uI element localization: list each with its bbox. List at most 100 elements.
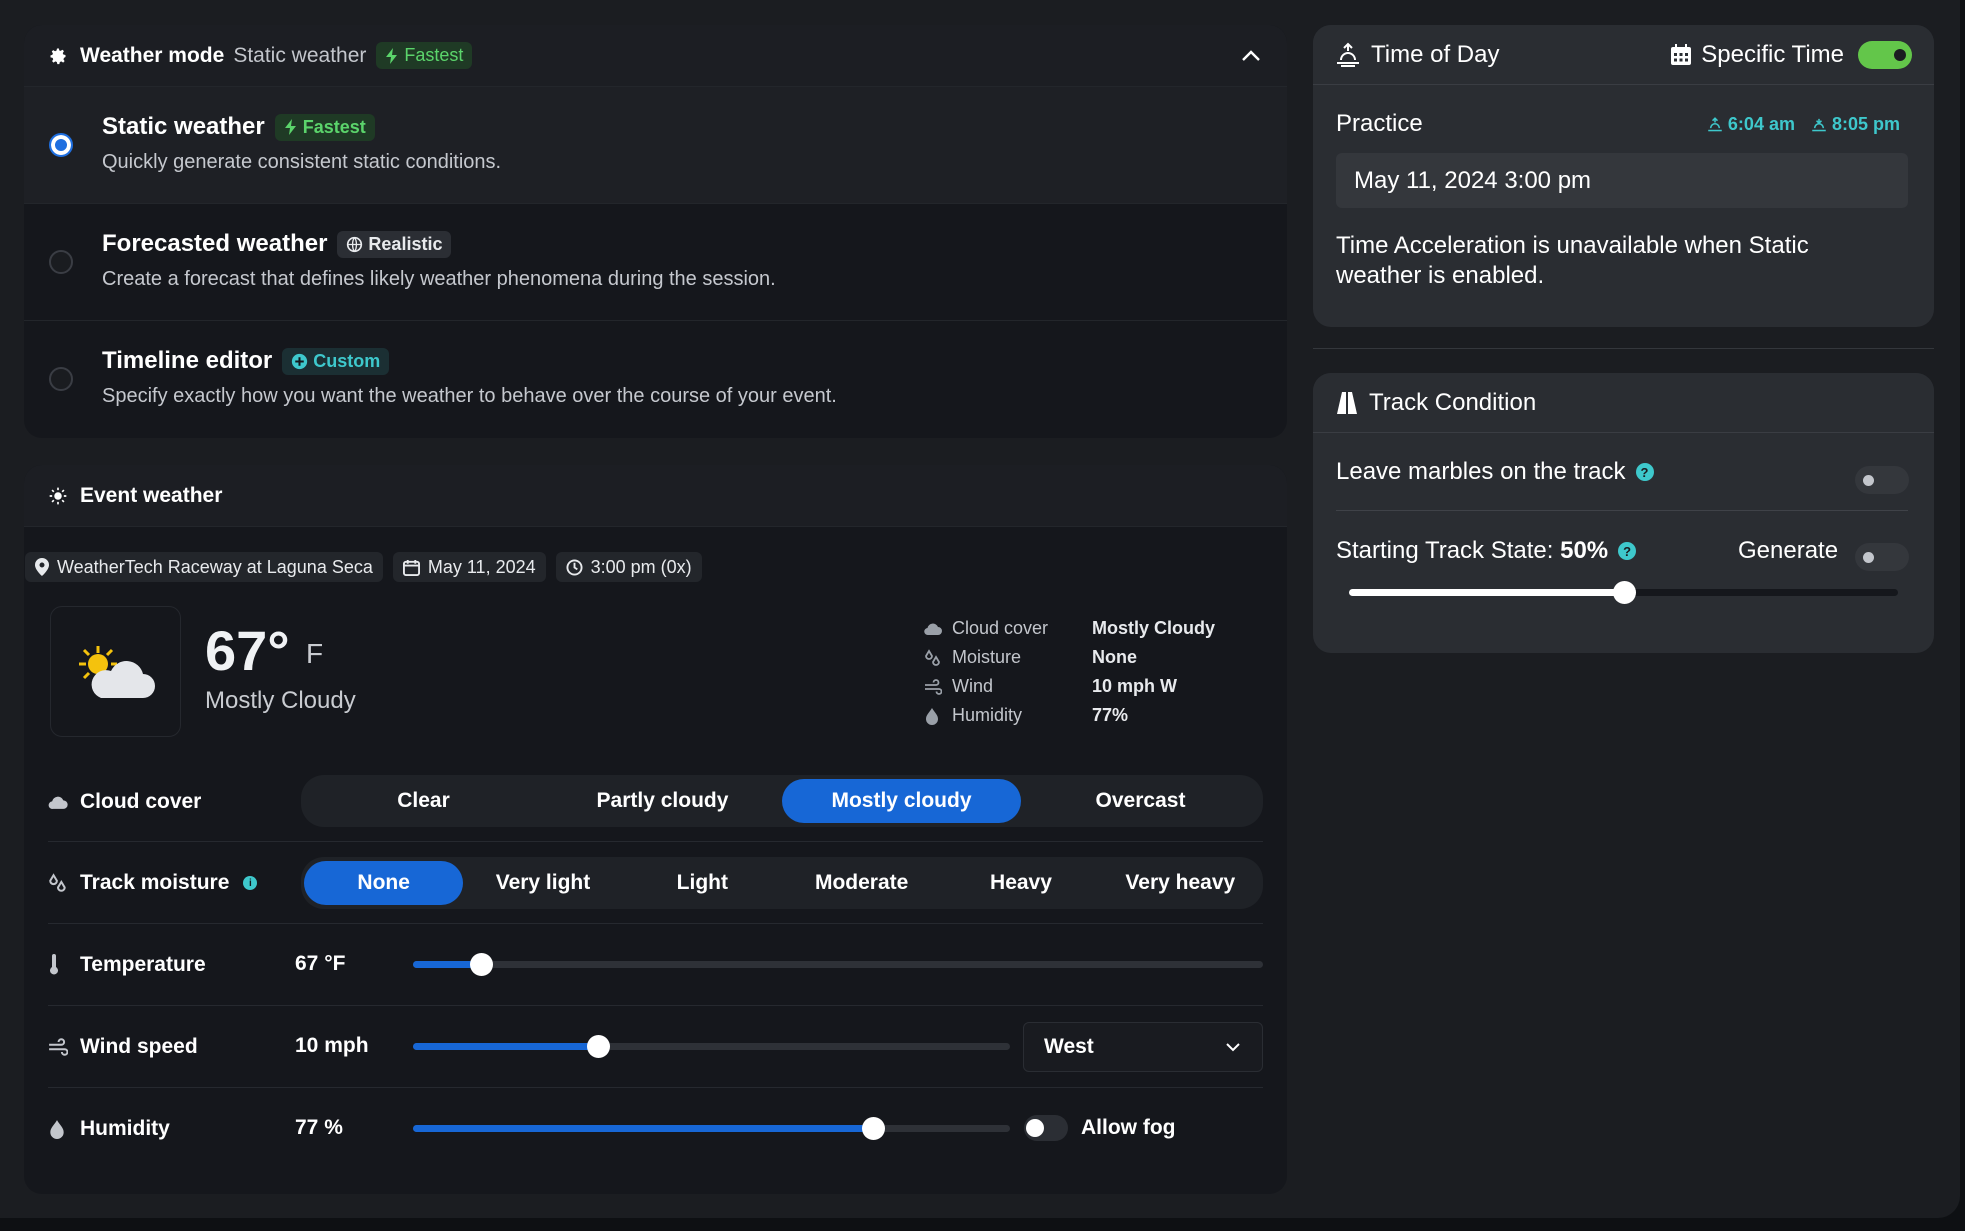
cloud-icon xyxy=(48,795,70,810)
track-moisture-segmented: None Very light Light Moderate Heavy Ver… xyxy=(301,857,1263,909)
track-condition-title: Track Condition xyxy=(1369,388,1537,416)
starting-state-label: Starting Track State: 50% xyxy=(1336,537,1608,565)
fastest-badge: Fastest xyxy=(274,113,375,141)
moisture-very-heavy-button[interactable]: Very heavy xyxy=(1101,861,1260,905)
time-chip: 3:00 pm (0x) xyxy=(555,552,702,582)
stat-humidity: Humidity 77% xyxy=(924,701,1215,730)
cloud-clear-button[interactable]: Clear xyxy=(304,779,543,823)
starting-track-state-row: Starting Track State: 50% ? xyxy=(1336,537,1637,565)
info-icon[interactable]: i xyxy=(243,876,258,890)
stat-value: None xyxy=(1092,647,1137,667)
sunset-time-label: 8:05 pm xyxy=(1831,114,1900,134)
app-window: Weather mode Static weather Fastest Stat… xyxy=(0,0,1960,1218)
lightning-icon xyxy=(386,47,398,64)
divider xyxy=(1313,348,1934,349)
moisture-none-button[interactable]: None xyxy=(304,861,464,905)
custom-badge: Custom xyxy=(282,347,390,375)
cloud-mostly-button[interactable]: Mostly cloudy xyxy=(782,779,1021,823)
realistic-badge: Realistic xyxy=(337,230,452,258)
chevron-up-icon[interactable] xyxy=(1239,44,1263,68)
wind-speed-value: 10 mph xyxy=(295,1034,369,1057)
radio-timeline[interactable] xyxy=(49,367,73,391)
temperature-display: 67° xyxy=(205,619,290,682)
moisture-light-button[interactable]: Light xyxy=(623,861,782,905)
weather-condition-icon-box xyxy=(50,606,181,737)
specific-time-toggle[interactable] xyxy=(1858,40,1912,69)
wind-direction-select[interactable]: West xyxy=(1023,1022,1263,1072)
option-description: Create a forecast that defines likely we… xyxy=(102,268,776,290)
humidity-slider[interactable] xyxy=(413,1117,1010,1140)
date-label: May 11, 2024 xyxy=(427,556,536,577)
help-icon[interactable]: ? xyxy=(1618,542,1637,560)
stat-value: Mostly Cloudy xyxy=(1092,618,1216,638)
slider-fill xyxy=(413,1043,599,1050)
humidity-drop-icon xyxy=(924,707,944,725)
wind-icon xyxy=(924,678,944,695)
cloud-cover-segmented: Clear Partly cloudy Mostly cloudy Overca… xyxy=(301,775,1263,827)
time-acceleration-note: Time Acceleration is unavailable when St… xyxy=(1336,232,1809,289)
slider-handle[interactable] xyxy=(587,1035,611,1058)
toggle-knob xyxy=(1026,1119,1044,1137)
road-icon xyxy=(1337,391,1357,414)
radio-static[interactable] xyxy=(49,133,73,157)
stat-label: Cloud cover xyxy=(952,618,1049,638)
slider-handle[interactable] xyxy=(470,953,493,976)
toggle-knob xyxy=(1863,475,1874,486)
cloud-partly-button[interactable]: Partly cloudy xyxy=(543,779,782,823)
time-of-day-panel: Time of Day Specific Time Practice 6:04 … xyxy=(1313,25,1934,327)
stat-label: Humidity xyxy=(952,705,1023,725)
thermometer-icon xyxy=(48,954,70,976)
humidity-label: Humidity xyxy=(80,1117,170,1140)
slider-handle[interactable] xyxy=(861,1117,885,1140)
sunrise-icon xyxy=(1708,116,1722,131)
droplets-icon xyxy=(48,873,70,893)
location-label: WeatherTech Raceway at Laguna Seca xyxy=(57,556,373,577)
allow-fog-toggle[interactable] xyxy=(1024,1115,1068,1141)
wind-direction-value: West xyxy=(1044,1035,1094,1058)
cloud-icon xyxy=(924,622,944,636)
option-title: Forecasted weather xyxy=(102,230,328,257)
toggle-knob xyxy=(1894,48,1906,61)
moisture-moderate-button[interactable]: Moderate xyxy=(782,861,941,905)
wind-speed-slider[interactable] xyxy=(413,1035,1010,1058)
toggle-knob xyxy=(1863,552,1874,563)
stat-value: 10 mph W xyxy=(1092,676,1178,696)
option-title: Timeline editor xyxy=(102,347,273,374)
help-icon[interactable]: ? xyxy=(1635,463,1654,481)
generate-toggle[interactable] xyxy=(1855,543,1909,571)
slider-fill xyxy=(1349,589,1624,596)
badge-label: Realistic xyxy=(368,233,443,254)
stat-label: Wind xyxy=(952,676,994,696)
starting-track-state-slider[interactable] xyxy=(1349,581,1898,604)
slider-fill xyxy=(413,1125,873,1132)
marbles-toggle[interactable] xyxy=(1855,466,1909,494)
marbles-label: Leave marbles on the track xyxy=(1336,458,1626,485)
temperature-label: Temperature xyxy=(80,953,206,976)
mode-option-timeline[interactable]: Timeline editor Custom Specify exactly h… xyxy=(24,320,1287,437)
marbles-row: Leave marbles on the track ? xyxy=(1336,458,1654,486)
generate-label: Generate xyxy=(1738,537,1839,564)
moisture-heavy-button[interactable]: Heavy xyxy=(941,861,1100,905)
moisture-very-light-button[interactable]: Very light xyxy=(463,861,622,905)
weather-stats: Cloud cover Mostly Cloudy Moisture None … xyxy=(924,614,1215,730)
allow-fog-label: Allow fog xyxy=(1081,1116,1176,1139)
radio-forecasted[interactable] xyxy=(49,250,73,274)
globe-icon xyxy=(347,236,363,252)
cloud-overcast-button[interactable]: Overcast xyxy=(1021,779,1260,823)
stat-moisture: Moisture None xyxy=(924,643,1215,672)
mode-option-forecasted[interactable]: Forecasted weather Realistic Create a fo… xyxy=(24,203,1287,320)
stat-wind: Wind 10 mph W xyxy=(924,672,1215,701)
weather-mode-header[interactable]: Weather mode Static weather Fastest xyxy=(24,25,1287,86)
slider-handle[interactable] xyxy=(1612,581,1636,604)
sun-icon xyxy=(49,487,67,504)
stat-cloud-cover: Cloud cover Mostly Cloudy xyxy=(924,614,1215,643)
droplets-icon xyxy=(924,648,944,667)
sun-times: 6:04 am 8:05 pm xyxy=(1707,114,1900,135)
temperature-slider[interactable] xyxy=(413,953,1263,976)
specific-time-label: Specific Time xyxy=(1701,40,1844,68)
mode-option-static[interactable]: Static weather Fastest Quickly generate … xyxy=(24,86,1287,203)
time-of-day-header: Time of Day Specific Time xyxy=(1313,25,1934,85)
condition-text: Mostly Cloudy xyxy=(205,687,356,714)
cloud-cover-label: Cloud cover xyxy=(80,790,202,813)
session-datetime-field[interactable]: May 11, 2024 3:00 pm xyxy=(1336,153,1908,208)
